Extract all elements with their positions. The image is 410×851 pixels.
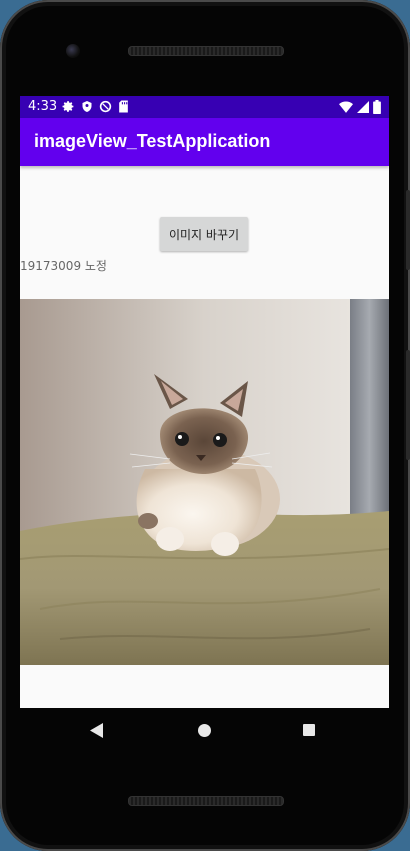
home-icon[interactable] bbox=[198, 724, 211, 737]
gear-icon bbox=[62, 101, 74, 112]
cell-signal-icon bbox=[357, 101, 369, 113]
volume-button bbox=[406, 350, 410, 460]
back-icon[interactable] bbox=[90, 723, 104, 738]
status-time: 4:33 bbox=[28, 99, 58, 114]
phone-frame: 4:33 imageView_TestApplication 이미지 바꾸기 1… bbox=[0, 0, 410, 851]
cat-photo bbox=[20, 299, 389, 665]
app-screen: 4:33 imageView_TestApplication 이미지 바꾸기 1… bbox=[20, 96, 389, 708]
sd-card-icon bbox=[119, 100, 128, 113]
app-title: imageView_TestApplication bbox=[34, 131, 271, 151]
navigation-bar bbox=[20, 708, 389, 754]
change-image-button[interactable]: 이미지 바꾸기 bbox=[160, 217, 248, 251]
battery-icon bbox=[373, 100, 381, 114]
app-bar: imageView_TestApplication bbox=[20, 118, 389, 166]
notification-icons bbox=[62, 100, 129, 113]
recents-icon[interactable] bbox=[303, 724, 315, 736]
status-bar: 4:33 bbox=[20, 96, 389, 118]
student-id-text: 19173009 노정 bbox=[20, 259, 107, 273]
data-saver-icon bbox=[99, 100, 112, 113]
top-speaker bbox=[128, 46, 284, 56]
shield-icon bbox=[82, 101, 92, 112]
front-camera bbox=[66, 44, 80, 58]
power-button bbox=[406, 190, 410, 270]
wifi-icon bbox=[339, 101, 353, 113]
cat-image bbox=[20, 299, 389, 665]
bottom-speaker bbox=[128, 796, 284, 806]
system-icons bbox=[339, 100, 381, 114]
